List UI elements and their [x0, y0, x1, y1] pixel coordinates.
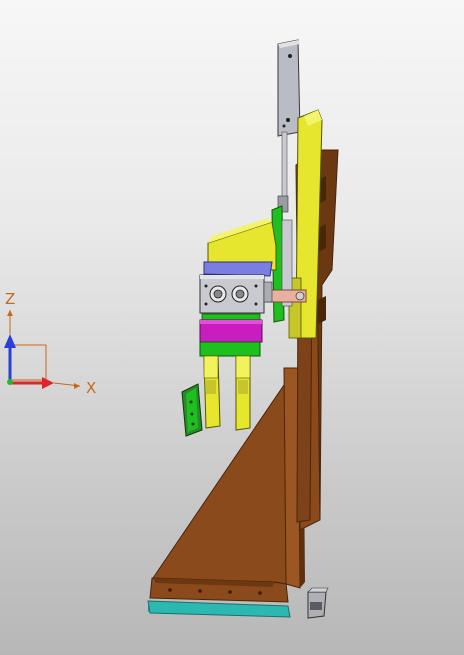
gripper-fingers[interactable]: [203, 355, 251, 431]
small-gray-part[interactable]: [307, 587, 329, 619]
base-assembly[interactable]: [147, 360, 305, 618]
yellow-back-plate[interactable]: [288, 109, 323, 339]
base-diagonal-web[interactable]: [152, 384, 293, 586]
green-workpiece[interactable]: [181, 383, 203, 437]
coordinate-triad: Z X: [4, 290, 96, 397]
cad-model-scene[interactable]: Z X: [0, 0, 464, 655]
z-axis-label: Z: [5, 290, 15, 308]
z-axis-arrow: [4, 334, 16, 348]
x-axis-label: X: [86, 379, 96, 397]
gripper-body[interactable]: [199, 274, 273, 314]
magenta-jaw-block[interactable]: [199, 313, 263, 357]
base-cyan-plate[interactable]: [147, 600, 291, 618]
x-axis-arrow: [42, 377, 54, 389]
yellow-wedge-block[interactable]: [203, 218, 277, 277]
cad-viewport[interactable]: Z X: [0, 0, 464, 655]
